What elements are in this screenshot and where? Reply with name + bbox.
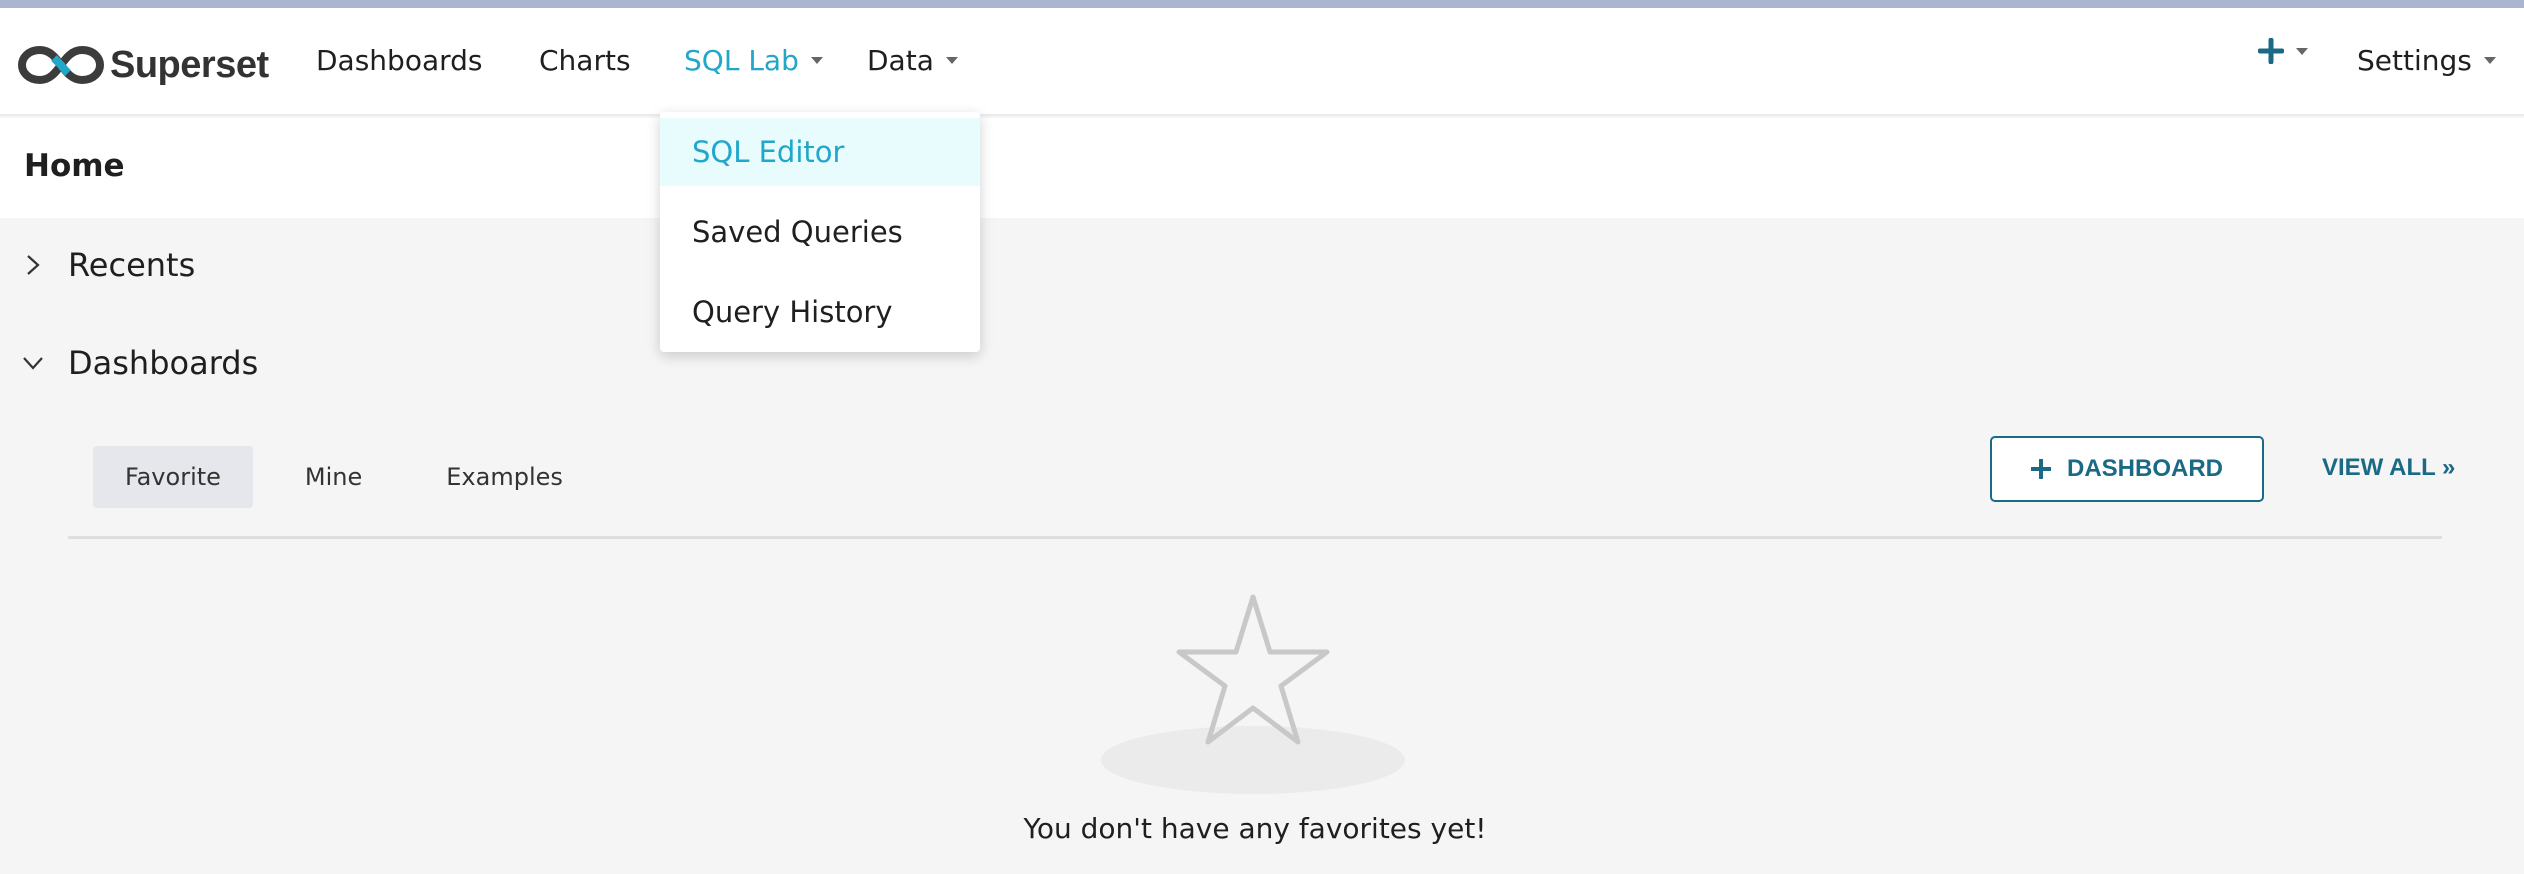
window-top-strip xyxy=(0,0,2524,8)
nav-charts-label: Charts xyxy=(539,44,631,77)
chevron-down-icon xyxy=(2296,47,2308,55)
nav-dashboards[interactable]: Dashboards xyxy=(316,44,483,77)
empty-star-icon xyxy=(1101,594,1405,794)
chevron-down-icon xyxy=(945,57,958,64)
plus-icon xyxy=(2258,38,2284,64)
view-all-link[interactable]: VIEW ALL » xyxy=(2322,454,2455,482)
chevron-right-icon xyxy=(27,255,40,275)
menu-item-query-history[interactable]: Query History xyxy=(660,278,980,346)
section-recents-header[interactable]: Recents xyxy=(22,246,195,284)
add-dashboard-label: DASHBOARD xyxy=(2067,455,2223,482)
section-dashboards-label: Dashboards xyxy=(68,344,259,382)
menu-item-sql-editor[interactable]: SQL Editor xyxy=(660,118,980,186)
brand-name: Superset xyxy=(110,43,269,86)
new-item-menu[interactable] xyxy=(2258,38,2308,64)
page-title: Home xyxy=(24,148,125,184)
tab-favorite[interactable]: Favorite xyxy=(93,446,253,508)
page-header: Home xyxy=(0,118,2524,218)
section-dashboards-header[interactable]: Dashboards xyxy=(22,344,258,382)
dashboard-tabs: Favorite Mine Examples xyxy=(93,446,615,508)
nav-dashboards-label: Dashboards xyxy=(316,44,483,77)
nav-data-label: Data xyxy=(867,44,934,77)
sql-lab-dropdown: SQL Editor Saved Queries Query History xyxy=(660,112,980,352)
nav-sql-lab-label: SQL Lab xyxy=(684,44,799,77)
section-recents-label: Recents xyxy=(68,246,196,284)
nav-settings[interactable]: Settings xyxy=(2357,44,2496,77)
empty-state-message: You don't have any favorites yet! xyxy=(1023,812,1487,845)
nav-data[interactable]: Data xyxy=(867,44,958,77)
superset-logo[interactable]: Superset xyxy=(18,36,269,94)
superset-logo-icon xyxy=(18,45,104,85)
tab-mine[interactable]: Mine xyxy=(273,446,394,508)
nav-charts[interactable]: Charts xyxy=(539,44,631,77)
tab-examples[interactable]: Examples xyxy=(414,446,595,508)
menu-item-saved-queries[interactable]: Saved Queries xyxy=(660,198,980,266)
plus-icon xyxy=(2031,459,2051,479)
chevron-down-icon xyxy=(2483,57,2496,64)
chevron-down-icon xyxy=(23,357,43,370)
tabs-divider xyxy=(68,536,2442,539)
nav-settings-label: Settings xyxy=(2357,44,2472,77)
chevron-down-icon xyxy=(810,57,823,64)
nav-sql-lab[interactable]: SQL Lab xyxy=(684,44,823,77)
top-navbar: Superset Dashboards Charts SQL Lab Data … xyxy=(0,8,2524,116)
add-dashboard-button[interactable]: DASHBOARD xyxy=(1990,436,2264,502)
